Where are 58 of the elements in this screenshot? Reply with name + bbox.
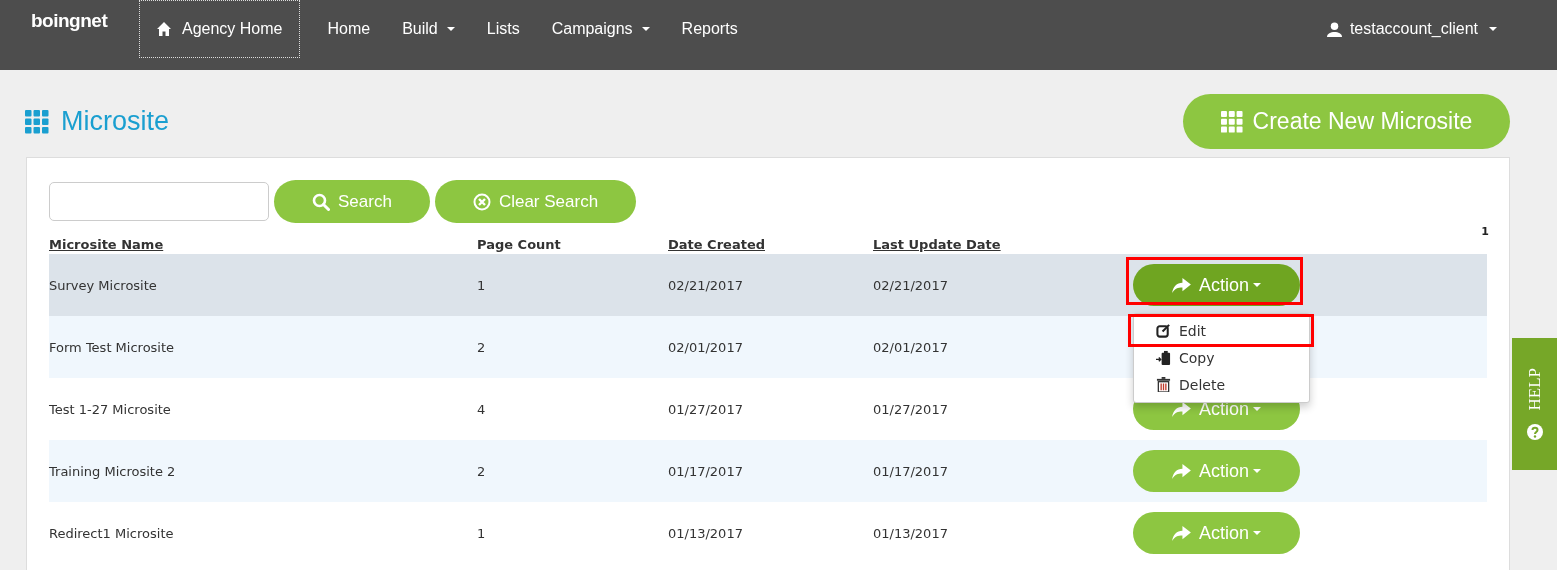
table-cell: Test 1-27 Microsite xyxy=(49,401,171,417)
menu-item[interactable]: Copy xyxy=(1134,344,1309,371)
table-cell: 02/21/2017 xyxy=(873,277,948,293)
table-cell: Form Test Microsite xyxy=(49,339,175,355)
clear-icon xyxy=(472,192,491,211)
table-cell: 01/27/2017 xyxy=(668,401,743,417)
grid-icon xyxy=(25,109,49,134)
table-cell: Training Microsite 2 xyxy=(49,463,176,479)
menu-item[interactable]: Edit xyxy=(1131,317,1311,344)
nav-link[interactable]: Campaigns xyxy=(535,0,666,58)
nav-link[interactable]: Home xyxy=(311,0,387,58)
grid-icon xyxy=(1220,110,1243,133)
caret-icon xyxy=(1253,283,1261,287)
user-icon xyxy=(1326,21,1342,37)
nav-link[interactable]: Build xyxy=(386,0,471,58)
page-title: Microsite xyxy=(61,106,169,137)
page-number[interactable]: 1 xyxy=(1481,225,1489,233)
table-cell: 1 xyxy=(477,525,486,541)
table-row[interactable]: Training Microsite 2 2 01/17/2017 01/17/2017 Action xyxy=(49,440,1487,502)
column-header[interactable]: Last Update Date xyxy=(873,237,1001,252)
help-icon xyxy=(1526,424,1543,441)
table-cell: 4 xyxy=(477,401,486,417)
share-arrow-icon xyxy=(1172,525,1191,541)
table-cell: 2 xyxy=(477,339,486,355)
caret-icon xyxy=(1253,531,1261,535)
table-cell: 02/01/2017 xyxy=(668,339,743,355)
table-cell: 01/13/2017 xyxy=(668,525,743,541)
table-cell: 2 xyxy=(477,463,486,479)
edit-icon xyxy=(1156,323,1171,338)
agency-home-link[interactable]: Agency Home xyxy=(139,0,300,58)
logo[interactable]: boingnet xyxy=(31,10,119,32)
column-header[interactable]: Microsite Name xyxy=(49,237,164,252)
table-cell: 01/17/2017 xyxy=(668,463,743,479)
search-icon xyxy=(312,192,330,211)
table-cell: Redirect1 Microsite xyxy=(49,525,174,541)
trash-icon xyxy=(1156,377,1171,392)
column-header: Page Count xyxy=(477,237,561,252)
table-cell: 01/17/2017 xyxy=(873,463,948,479)
column-header[interactable]: Date Created xyxy=(668,237,765,252)
table-cell: 01/27/2017 xyxy=(873,401,948,417)
nav-link[interactable]: Reports xyxy=(665,0,754,58)
caret-icon xyxy=(1489,27,1497,31)
clipboard-icon xyxy=(1156,350,1171,365)
home-icon xyxy=(156,21,172,37)
share-arrow-icon xyxy=(1172,277,1191,293)
caret-icon xyxy=(641,27,650,31)
caret-icon xyxy=(1253,407,1261,411)
table-cell: 02/21/2017 xyxy=(668,277,743,293)
caret-icon xyxy=(446,27,455,31)
user-menu[interactable]: testaccount_client xyxy=(1310,0,1513,58)
caret-icon xyxy=(1253,469,1261,473)
table-cell: 1 xyxy=(477,277,486,293)
share-arrow-icon xyxy=(1172,463,1191,479)
table-cell: 02/01/2017 xyxy=(873,339,948,355)
nav-link[interactable]: Lists xyxy=(470,0,536,58)
table-cell: 01/13/2017 xyxy=(873,525,948,541)
search-field[interactable] xyxy=(49,182,269,221)
table-cell: Survey Microsite xyxy=(49,277,157,293)
